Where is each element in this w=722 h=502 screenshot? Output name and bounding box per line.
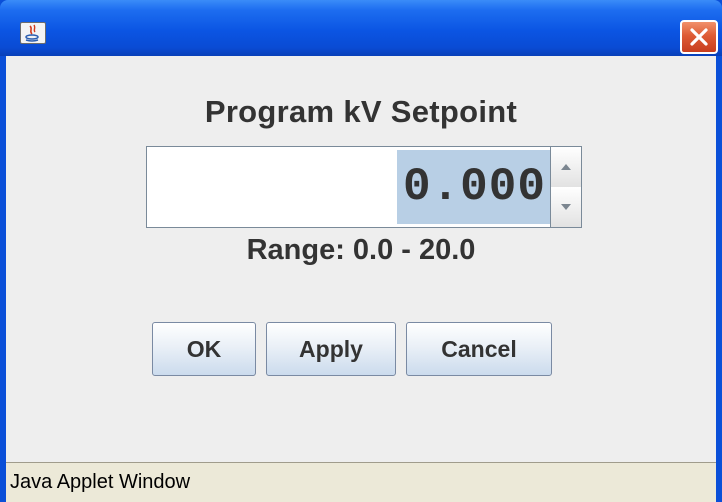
status-bar: Java Applet Window bbox=[6, 462, 716, 502]
chevron-up-icon bbox=[561, 164, 571, 170]
spinner-up-button[interactable] bbox=[551, 147, 581, 188]
dialog-title: Program kV Setpoint bbox=[204, 94, 518, 129]
applet-window: Program kV Setpoint 0.000 Range: 0.0 - 2… bbox=[0, 0, 722, 502]
title-bar[interactable] bbox=[0, 0, 722, 56]
spinner-text-field[interactable]: 0.000 bbox=[146, 146, 550, 228]
apply-button[interactable]: Apply bbox=[266, 322, 396, 376]
spinner-down-button[interactable] bbox=[551, 187, 581, 227]
spinner-value[interactable]: 0.000 bbox=[396, 150, 550, 224]
range-label: Range: 0.0 - 20.0 bbox=[246, 234, 476, 266]
kv-setpoint-spinner[interactable]: 0.000 bbox=[146, 146, 582, 228]
close-button[interactable] bbox=[680, 20, 718, 54]
status-text: Java Applet Window bbox=[10, 471, 191, 493]
dialog-body: Program kV Setpoint 0.000 Range: 0.0 - 2… bbox=[6, 56, 716, 462]
ok-button[interactable]: OK bbox=[152, 322, 256, 376]
chevron-down-icon bbox=[561, 204, 571, 210]
close-icon bbox=[690, 28, 708, 46]
spinner-arrows bbox=[550, 146, 582, 228]
java-icon[interactable] bbox=[20, 22, 46, 44]
cancel-button[interactable]: Cancel bbox=[406, 322, 552, 376]
